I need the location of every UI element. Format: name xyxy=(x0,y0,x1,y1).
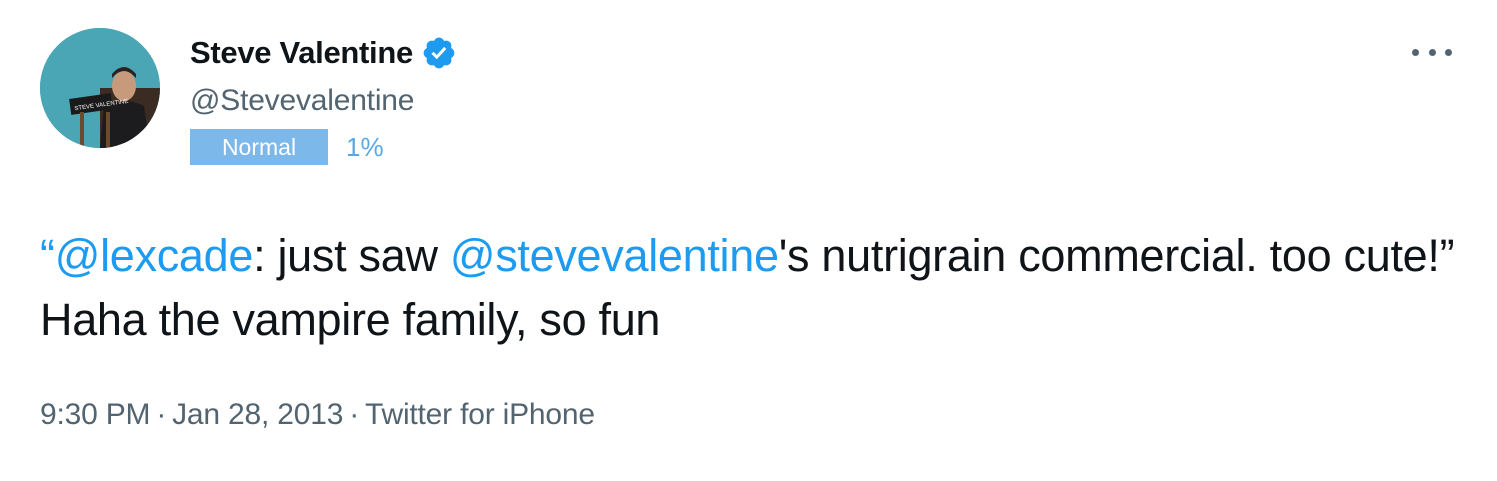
mention-link[interactable]: @lexcade xyxy=(55,230,254,281)
more-dot xyxy=(1428,48,1436,56)
more-options-icon[interactable] xyxy=(1412,42,1452,62)
tweet-card: STEVE VALENTINE Steve Valentine @Steveva… xyxy=(0,0,1497,481)
meta-separator: · xyxy=(156,398,167,431)
tweet-time[interactable]: 9:30 PM xyxy=(40,398,151,431)
avatar-image: STEVE VALENTINE xyxy=(40,28,160,148)
display-name[interactable]: Steve Valentine xyxy=(190,35,413,71)
more-dot xyxy=(1412,48,1419,56)
mention-link[interactable]: @stevevalentine xyxy=(450,230,779,281)
verified-badge-icon xyxy=(421,35,457,71)
open-quote: “ xyxy=(40,230,55,281)
classification-badge: Normal xyxy=(190,129,328,165)
classification-row: Normal 1% xyxy=(190,129,384,165)
tweet-source[interactable]: Twitter for iPhone xyxy=(365,398,595,431)
author-handle[interactable]: @Stevevalentine xyxy=(190,84,414,118)
tweet-meta: 9:30 PM · Jan 28, 2013 · Twitter for iPhone xyxy=(40,398,595,432)
tweet-text: “@lexcade: just saw @stevevalentine's nu… xyxy=(40,224,1460,352)
classification-percent: 1% xyxy=(346,131,384,162)
more-dot xyxy=(1445,48,1452,56)
meta-separator: · xyxy=(349,398,360,431)
tweet-date[interactable]: Jan 28, 2013 xyxy=(172,398,343,431)
avatar[interactable]: STEVE VALENTINE xyxy=(40,28,160,148)
author-name-row: Steve Valentine xyxy=(190,30,457,76)
tweet-text-segment: : just saw xyxy=(253,230,450,281)
